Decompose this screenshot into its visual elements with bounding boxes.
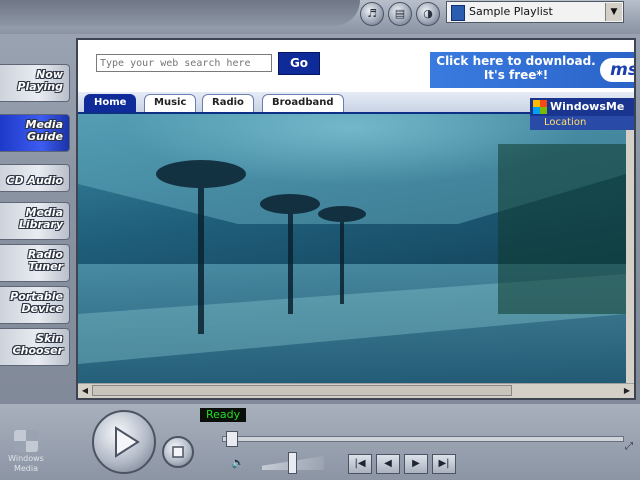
next-button[interactable]: ▶|	[432, 454, 456, 474]
seek-thumb[interactable]	[226, 431, 238, 447]
mute-icon[interactable]: 🔈	[230, 456, 246, 470]
sidebar-item-label: Radio Tuner	[27, 248, 63, 273]
stop-icon	[172, 446, 184, 458]
sidebar-item-label: Media Library	[18, 206, 63, 231]
feature-taskbar: Now Playing Media Guide CD Audio Media L…	[0, 64, 74, 366]
frame-cap	[0, 0, 360, 26]
go-button[interactable]: Go	[278, 52, 320, 75]
playlist-select[interactable]: Sample Playlist ▼	[446, 1, 624, 23]
rewind-icon: ◀	[384, 458, 392, 469]
download-banner[interactable]: Click here to download. It's free*! ms	[430, 52, 634, 88]
chevron-down-icon[interactable]: ▼	[605, 3, 622, 21]
location-label[interactable]: Location	[530, 116, 634, 130]
sidebar-item-cd-audio[interactable]: CD Audio	[0, 164, 70, 192]
volume-thumb[interactable]	[288, 452, 297, 474]
wm-logo-text: WindowsMe	[550, 100, 625, 113]
sidebar-item-media-guide[interactable]: Media Guide	[0, 114, 70, 152]
windows-flag-icon	[533, 100, 547, 114]
sidebar-item-radio-tuner[interactable]: Radio Tuner	[0, 244, 70, 282]
sidebar-item-label: Portable Device	[10, 290, 63, 315]
tab-broadband[interactable]: Broadband	[262, 94, 344, 112]
play-button[interactable]	[92, 410, 156, 474]
sidebar-item-label: Skin Chooser	[12, 332, 63, 357]
playlist-value: Sample Playlist	[469, 5, 553, 18]
media-guide-pane: Go Click here to download. It's free*! m…	[76, 38, 636, 400]
hero-image[interactable]	[78, 114, 626, 386]
brand-text: Windows Media	[8, 454, 44, 473]
equalizer-icon[interactable]: ◑	[416, 2, 440, 26]
shuffle-icon[interactable]: ♬	[360, 2, 384, 26]
mall-scene	[78, 114, 626, 386]
vertical-scrollbar[interactable]	[626, 114, 634, 386]
sidebar-item-skin-chooser[interactable]: Skin Chooser	[0, 328, 70, 366]
seek-bar[interactable]	[222, 436, 624, 442]
sidebar-item-media-library[interactable]: Media Library	[0, 202, 70, 240]
tab-home[interactable]: Home	[84, 94, 137, 112]
previous-icon: |◀	[354, 458, 366, 469]
windows-media-brand: Windows Media	[2, 428, 50, 476]
next-icon: ▶|	[438, 458, 450, 469]
search-input[interactable]	[96, 54, 272, 72]
scroll-left-icon[interactable]: ◀	[79, 385, 91, 397]
windows-logo-icon	[14, 430, 38, 452]
msn-logo: ms	[600, 58, 634, 82]
scroll-right-icon[interactable]: ▶	[621, 385, 633, 397]
rewind-button[interactable]: ◀	[376, 454, 400, 474]
sidebar-item-now-playing[interactable]: Now Playing	[0, 64, 70, 102]
fast-forward-button[interactable]: ▶	[404, 454, 428, 474]
tab-radio[interactable]: Radio	[202, 94, 254, 112]
tab-music[interactable]: Music	[144, 94, 197, 112]
horizontal-scrollbar[interactable]: ◀ ▶	[78, 383, 634, 398]
sidebar-item-portable-device[interactable]: Portable Device	[0, 286, 70, 324]
status-text: Ready	[200, 408, 247, 422]
stop-button[interactable]	[162, 436, 194, 468]
sidebar-item-label: Media Guide	[25, 118, 63, 143]
banner-text: Click here to download. It's free*!	[436, 54, 596, 82]
windows-media-logo[interactable]: WindowsMe	[530, 98, 634, 116]
storefront	[498, 144, 626, 314]
playlist-icon[interactable]: ▤	[388, 2, 412, 26]
sidebar-item-label: Now Playing	[17, 68, 63, 93]
play-icon	[115, 426, 140, 458]
compact-mode-icon[interactable]: ⤢	[622, 440, 636, 454]
fast-forward-icon: ▶	[412, 458, 420, 469]
previous-button[interactable]: |◀	[348, 454, 372, 474]
playlist-file-icon	[451, 5, 465, 21]
sidebar-item-label: CD Audio	[6, 174, 63, 187]
scroll-thumb[interactable]	[92, 385, 512, 396]
